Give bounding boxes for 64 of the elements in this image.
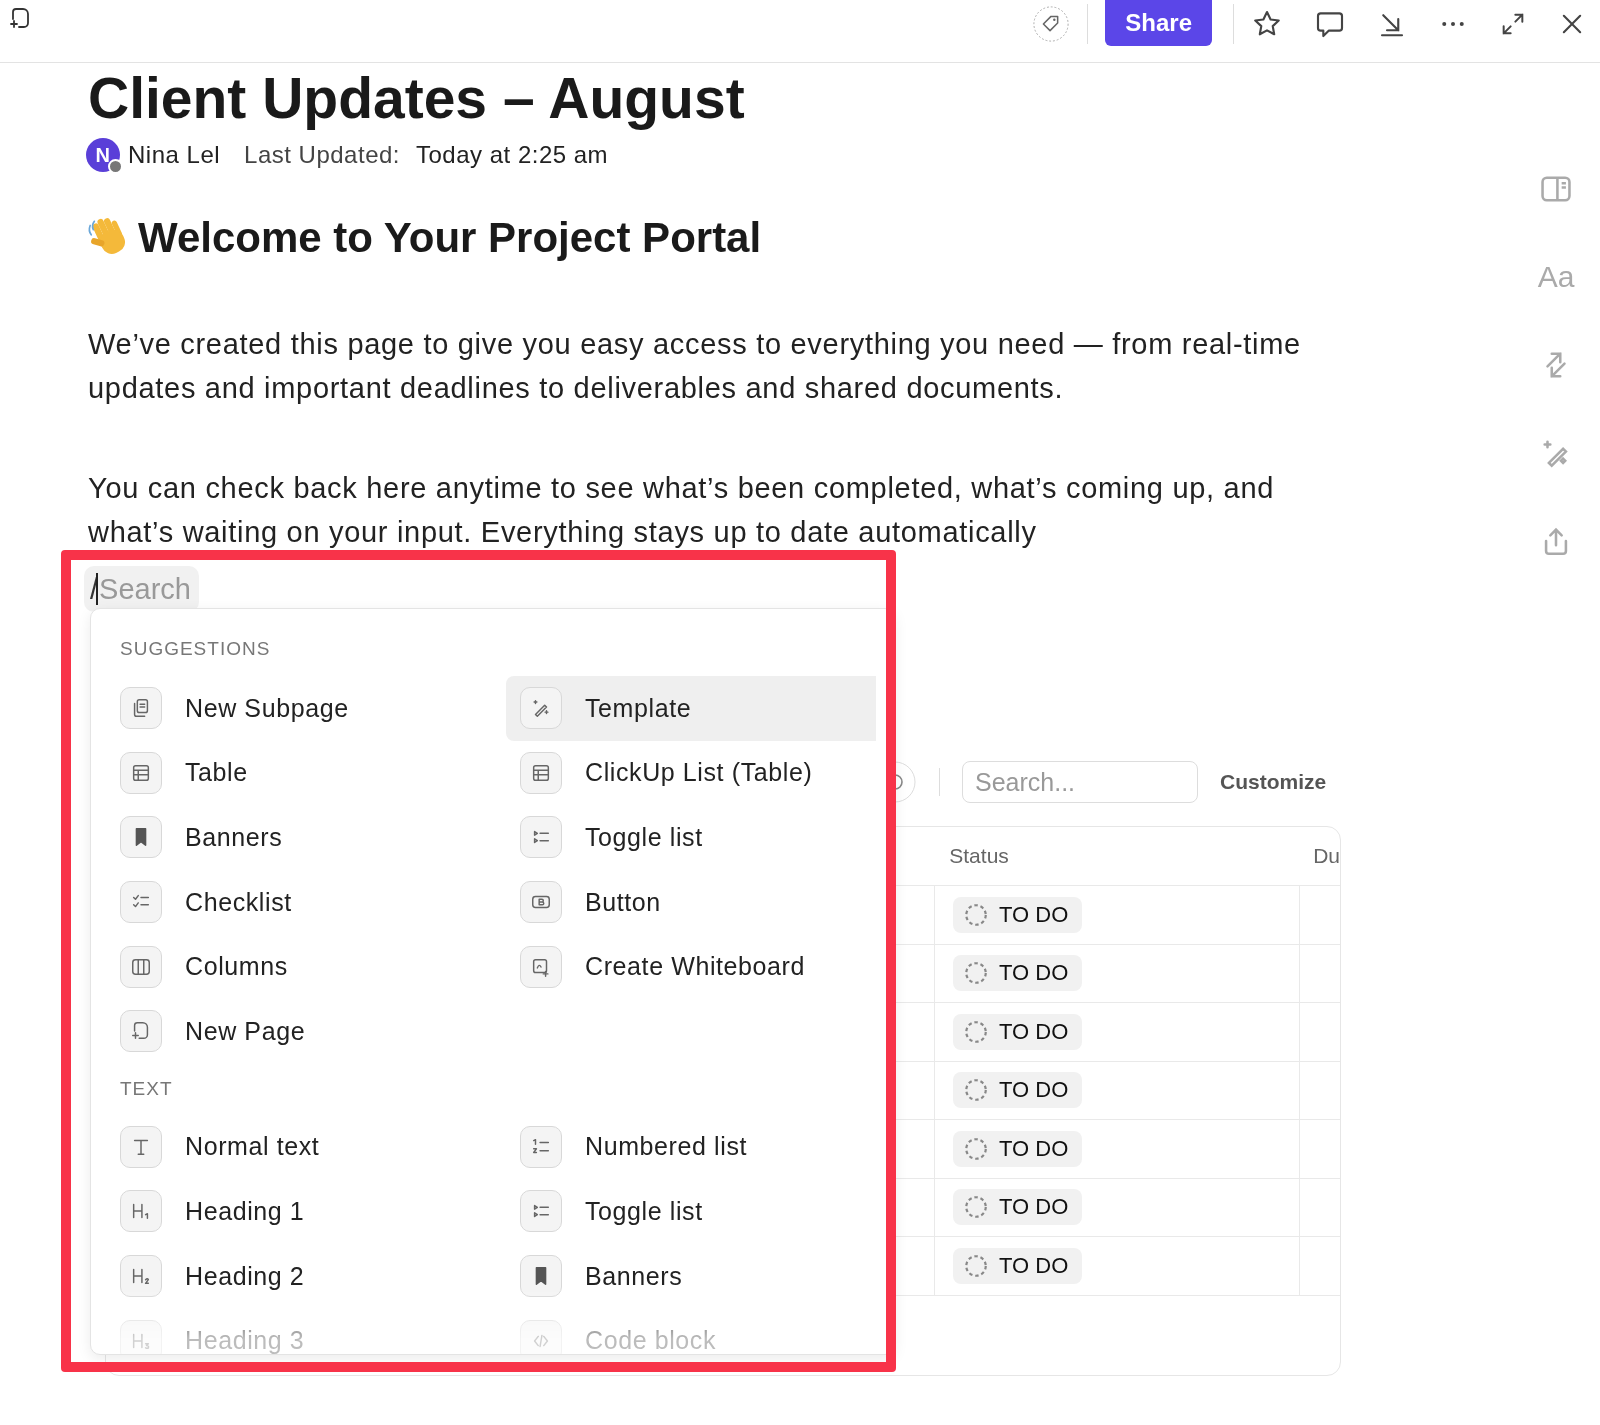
- page-title: Client Updates – August: [88, 68, 746, 128]
- menu-item[interactable]: Heading 2: [106, 1243, 506, 1309]
- columns-icon: [120, 945, 162, 988]
- toggle-list-icon: [520, 1190, 562, 1233]
- dashed-circle-icon: [963, 1135, 989, 1162]
- share-button[interactable]: Share: [1105, 0, 1212, 46]
- toggle-list-icon: [520, 816, 562, 859]
- avatar: N: [86, 138, 120, 172]
- status-pill[interactable]: TO DO: [953, 1013, 1083, 1050]
- menu-item[interactable]: New Subpage: [106, 676, 506, 741]
- menu-item[interactable]: Banners: [106, 805, 506, 870]
- dashed-circle-icon: [963, 960, 989, 987]
- bookmark-icon: [120, 816, 162, 859]
- section-label: TEXT: [119, 1076, 174, 1101]
- heading-icon: [120, 1255, 162, 1298]
- new-page-icon[interactable]: [8, 6, 32, 30]
- dashed-circle-icon: [963, 1018, 989, 1045]
- column-header: Du: [1312, 843, 1340, 869]
- table-icon: [120, 751, 162, 794]
- menu-item[interactable]: New Page: [106, 998, 506, 1064]
- new-page-icon: [120, 1010, 162, 1053]
- menu-item[interactable]: Table: [106, 740, 506, 806]
- checklist-icon: [120, 881, 162, 924]
- tag-icon[interactable]: [1032, 5, 1071, 43]
- bookmark-icon: [520, 1255, 562, 1298]
- menu-item[interactable]: Heading 1: [106, 1179, 506, 1244]
- paragraph: We’ve created this page to give you easy access to everything you need — from real-time updates and important deadlines to deliverables and shared documents.: [88, 327, 1302, 406]
- text-icon: [120, 1125, 162, 1168]
- section-heading: Welcome to Your Project Portal: [138, 213, 762, 263]
- dashed-circle-icon: [963, 901, 989, 928]
- status-pill[interactable]: TO DO: [953, 1189, 1083, 1226]
- status-pill[interactable]: TO DO: [953, 1072, 1083, 1109]
- status-pill[interactable]: TO DO: [953, 896, 1083, 933]
- section-label: SUGGESTIONS: [119, 637, 272, 661]
- last-updated-time: Today at 2:25 am: [416, 141, 609, 169]
- table-icon: [520, 751, 562, 794]
- dashed-circle-icon: [963, 1077, 989, 1104]
- menu-item[interactable]: Create Whiteboard: [506, 934, 876, 999]
- dashed-circle-icon: [963, 1252, 989, 1279]
- menu-item[interactable]: ClickUp List (Table): [506, 740, 876, 806]
- menu-item[interactable]: Button: [506, 869, 876, 935]
- status-pill[interactable]: TO DO: [953, 1130, 1083, 1167]
- status-pill[interactable]: TO DO: [953, 955, 1083, 992]
- status-pill[interactable]: TO DO: [953, 1247, 1083, 1284]
- whiteboard-icon: [520, 945, 562, 988]
- last-updated-label: Last Updated:: [244, 141, 400, 169]
- menu-item[interactable]: Columns: [106, 934, 506, 999]
- button-icon: [520, 881, 562, 924]
- menu-item[interactable]: Numbered list: [506, 1114, 876, 1180]
- menu-item[interactable]: Banners: [506, 1243, 876, 1309]
- paragraph: You can check back here anytime to see what’s been completed, what’s coming up, and what’s waiting on your input. Everything stays up to date automatically: [88, 471, 1276, 550]
- author-name: Nina Lel: [128, 141, 221, 169]
- menu-item[interactable]: Checklist: [106, 869, 506, 935]
- magic-wand-icon: [520, 687, 562, 730]
- dashed-circle-icon: [963, 1194, 989, 1221]
- customize-button[interactable]: Customize: [1220, 770, 1327, 794]
- menu-item[interactable]: Toggle list: [506, 1179, 876, 1244]
- menu-item[interactable]: Normal text: [106, 1114, 506, 1180]
- numbered-list-icon: [520, 1125, 562, 1168]
- column-header: Status: [948, 843, 1010, 869]
- pages-icon: [120, 687, 162, 730]
- menu-item[interactable]: Template: [506, 676, 876, 741]
- menu-item[interactable]: Toggle list: [506, 805, 876, 870]
- heading-icon: [120, 1190, 162, 1233]
